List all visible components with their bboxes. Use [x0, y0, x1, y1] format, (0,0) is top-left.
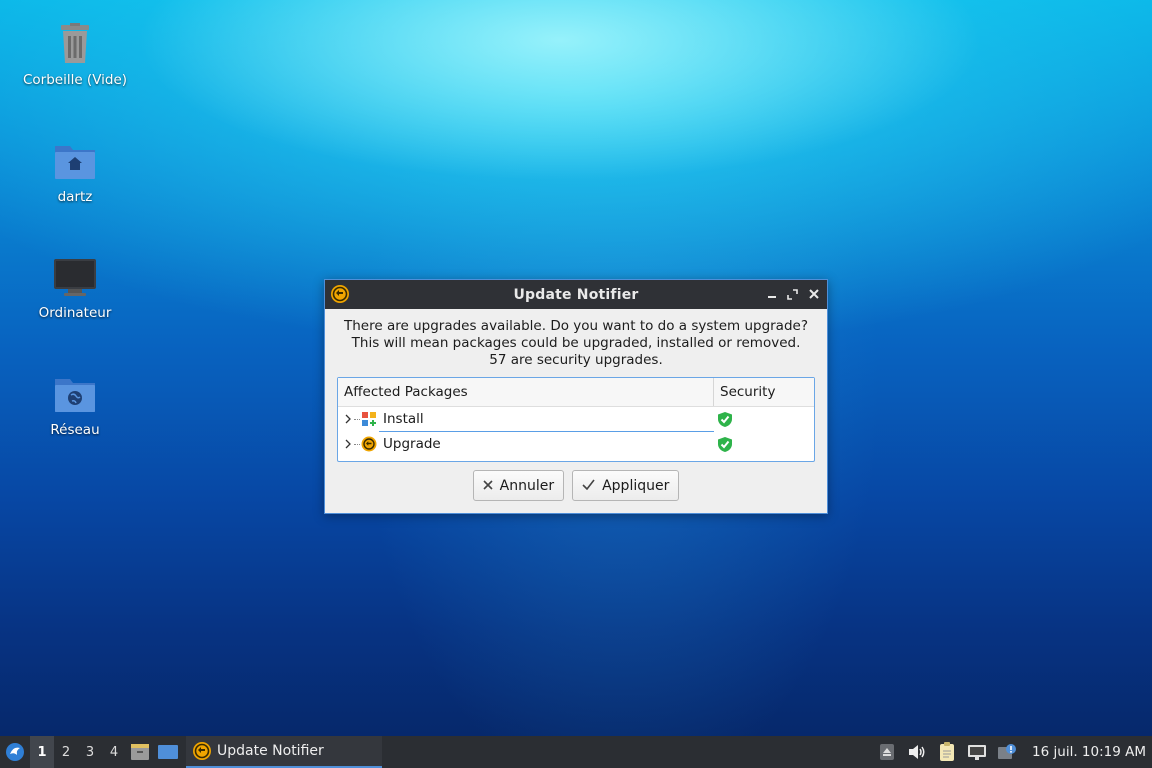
column-header-packages[interactable]: Affected Packages: [338, 378, 714, 406]
cancel-button-label: Annuler: [499, 477, 555, 494]
notification-alert-icon[interactable]: [996, 741, 1018, 763]
row-label: Upgrade: [383, 436, 441, 452]
file-manager-launcher-icon[interactable]: [126, 736, 154, 768]
taskbar: 1 2 3 4 Update Notifier 16 juil. 10:19 A…: [0, 736, 1152, 768]
minimize-icon[interactable]: [764, 286, 779, 302]
network-wired-icon[interactable]: [966, 741, 988, 763]
shield-check-icon: [717, 436, 733, 457]
volume-icon[interactable]: [906, 741, 928, 763]
dialog-buttons: Annuler Appliquer: [325, 470, 827, 501]
update-notifier-dialog: Update Notifier There are upgrades avail…: [324, 279, 828, 514]
trash-icon: [53, 22, 97, 66]
affected-packages-table: Affected Packages Security Install Upgra…: [337, 377, 815, 462]
tree-connector: [354, 444, 360, 445]
maximize-icon[interactable]: [785, 286, 800, 302]
dialog-title: Update Notifier: [513, 286, 639, 303]
computer-icon: [53, 255, 97, 299]
clock[interactable]: 16 juil. 10:19 AM: [1032, 744, 1146, 760]
show-desktop-icon[interactable]: [154, 736, 182, 768]
dialog-message: There are upgrades available. Do you wan…: [325, 318, 827, 369]
row-label: Install: [383, 411, 424, 427]
system-tray: 16 juil. 10:19 AM: [876, 741, 1152, 763]
apply-button-label: Appliquer: [602, 477, 670, 494]
install-package-icon: [361, 411, 377, 427]
cancel-button[interactable]: Annuler: [472, 470, 565, 501]
eject-icon[interactable]: [876, 741, 898, 763]
lxqt-logo-icon: [6, 743, 24, 761]
expand-arrow-icon[interactable]: [344, 413, 354, 425]
tree-connector: [354, 419, 360, 420]
expand-arrow-icon[interactable]: [344, 438, 354, 450]
task-label: Update Notifier: [217, 743, 324, 759]
apply-button[interactable]: Appliquer: [572, 470, 680, 501]
upgrade-icon: [361, 436, 377, 452]
task-update-notifier[interactable]: Update Notifier: [186, 736, 382, 768]
workspace-2[interactable]: 2: [54, 736, 78, 768]
start-menu-button[interactable]: [0, 736, 30, 768]
table-header: Affected Packages Security: [338, 378, 814, 407]
desktop-icon-label: Ordinateur: [38, 305, 112, 321]
workspace-1[interactable]: 1: [30, 736, 54, 768]
desktop-icon-computer[interactable]: Ordinateur: [10, 255, 140, 321]
dialog-titlebar[interactable]: Update Notifier: [325, 280, 827, 309]
home-folder-icon: [53, 139, 97, 183]
checkmark-icon: [582, 478, 595, 494]
desktop-icon-label: dartz: [57, 189, 93, 205]
desktop-icon-trash[interactable]: Corbeille (Vide): [10, 22, 140, 88]
desktop-icon-label: Réseau: [50, 422, 100, 438]
column-header-security[interactable]: Security: [714, 378, 781, 406]
network-folder-icon: [53, 372, 97, 416]
shield-check-icon: [717, 411, 733, 432]
update-notifier-task-icon: [193, 742, 211, 760]
desktop-icon-home[interactable]: dartz: [10, 139, 140, 205]
message-line: This will mean packages could be upgrade…: [351, 335, 801, 351]
workspace-3[interactable]: 3: [78, 736, 102, 768]
table-row-install[interactable]: Install: [338, 407, 814, 432]
message-line: There are upgrades available. Do you wan…: [344, 318, 808, 334]
workspace-4[interactable]: 4: [102, 736, 126, 768]
close-icon[interactable]: [806, 286, 821, 302]
update-notifier-app-icon: [330, 284, 350, 308]
table-row-upgrade[interactable]: Upgrade: [338, 432, 814, 457]
cancel-x-icon: [483, 478, 493, 494]
desktop-icon-network[interactable]: Réseau: [10, 372, 140, 438]
desktop-icon-label: Corbeille (Vide): [22, 72, 128, 88]
message-line: 57 are security upgrades.: [489, 352, 663, 368]
clipboard-icon[interactable]: [936, 741, 958, 763]
